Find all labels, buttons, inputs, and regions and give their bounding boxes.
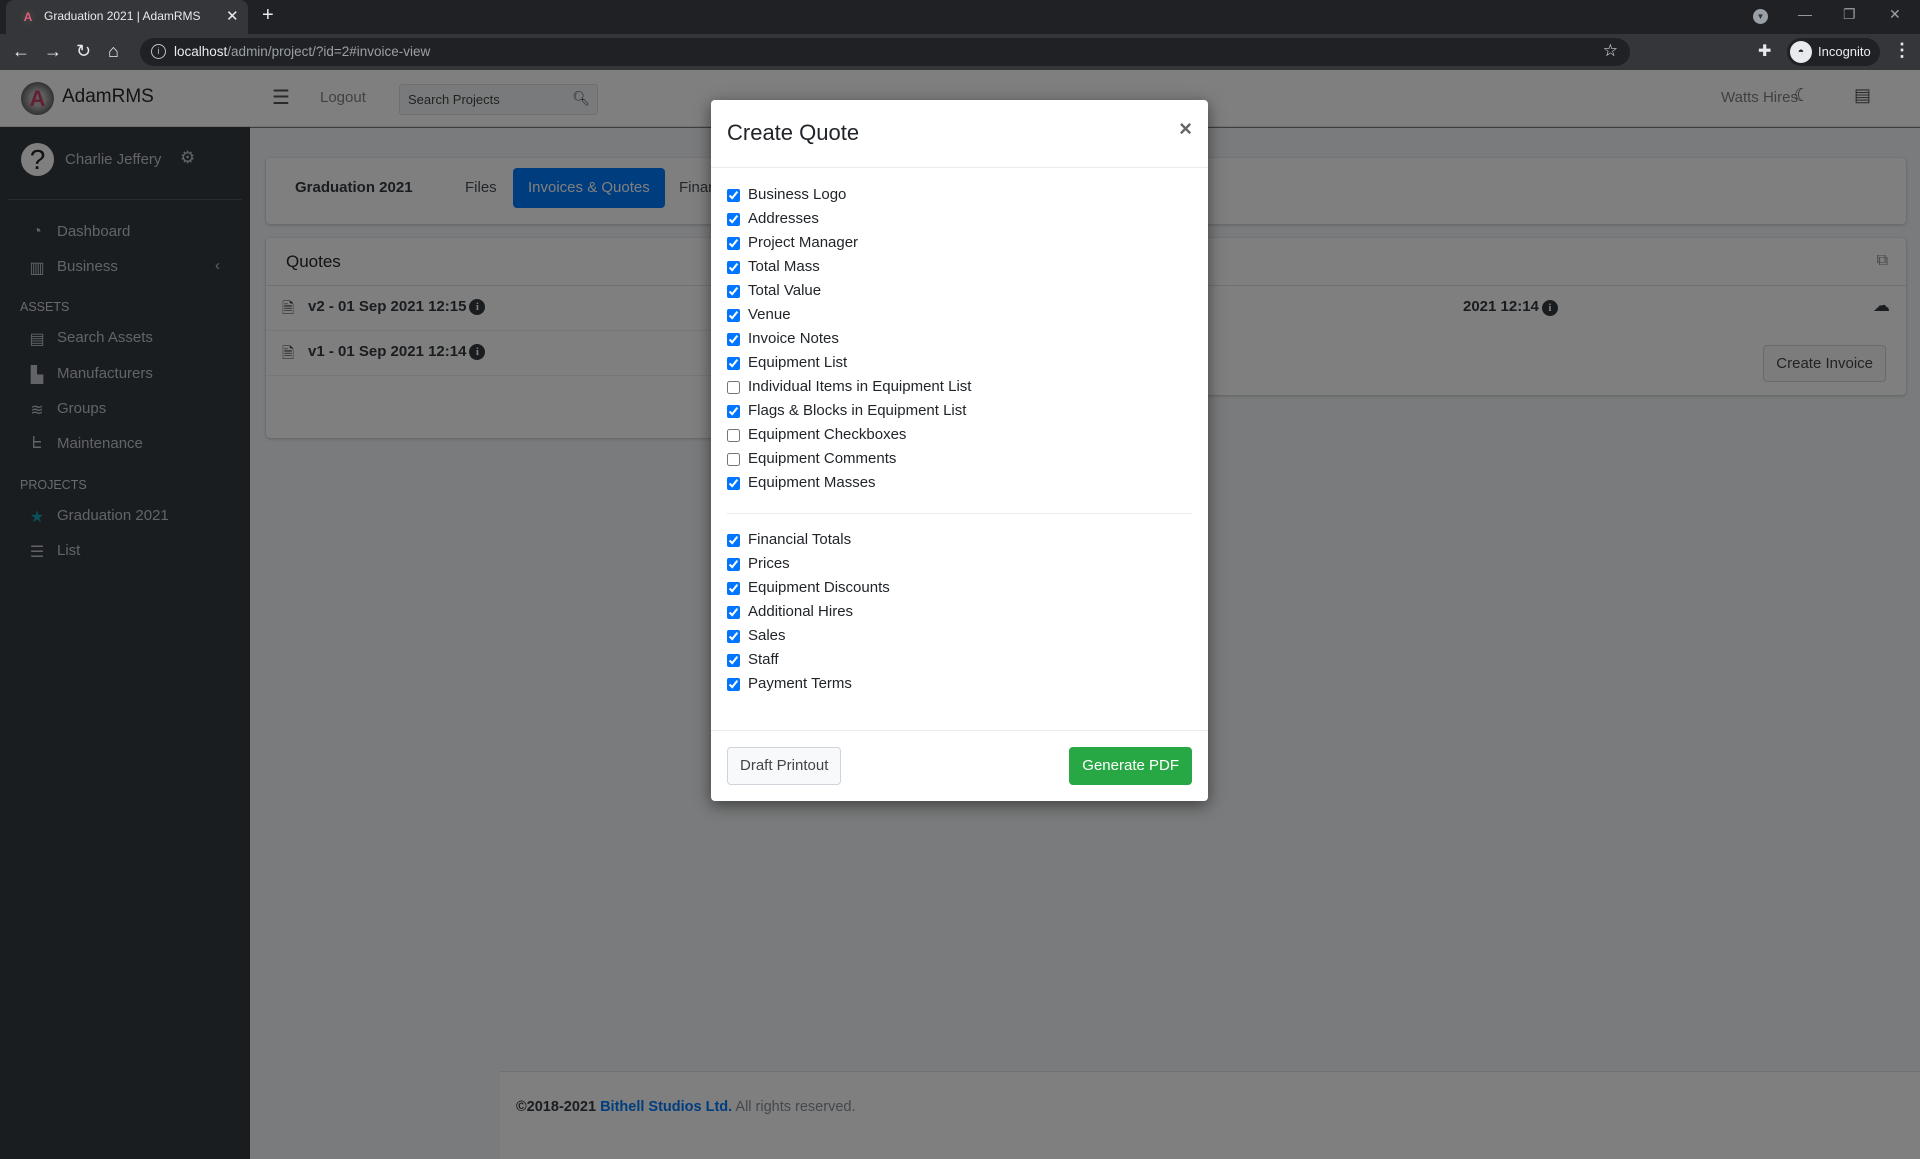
option-checkbox[interactable] — [727, 261, 740, 274]
option-label: Financial Totals — [748, 531, 852, 548]
restore-icon[interactable]: ❐ — [1843, 6, 1856, 23]
option-label: Equipment Comments — [748, 450, 897, 467]
tab-search-icon[interactable]: ▼ — [1753, 9, 1768, 24]
option-label: Payment Terms — [748, 675, 852, 692]
option-label: Equipment Discounts — [748, 579, 890, 596]
option-checkbox[interactable] — [727, 606, 740, 619]
browser-menu-icon[interactable]: ⋮ — [1893, 40, 1911, 61]
tab-strip: A Graduation 2021 | AdamRMS ✕ + ▼ — ❐ ✕ — [0, 0, 1920, 34]
modal-footer: Draft Printout Generate PDF — [711, 730, 1208, 801]
create-quote-modal: Create Quote × Business Logo Addresses Pro… — [711, 100, 1208, 801]
option-label: Equipment Masses — [748, 474, 876, 491]
bookmark-star-icon[interactable]: ☆ — [1603, 41, 1618, 61]
window-close-icon[interactable]: ✕ — [1889, 6, 1901, 23]
modal-header: Create Quote × — [711, 100, 1208, 168]
option-checkbox[interactable] — [727, 309, 740, 322]
option-checkbox[interactable] — [727, 654, 740, 667]
option-checkbox[interactable] — [727, 630, 740, 643]
option-checkbox[interactable] — [727, 558, 740, 571]
reload-icon[interactable]: ↻ — [76, 42, 91, 60]
incognito-icon: ◓ — [1790, 41, 1812, 63]
close-tab-icon[interactable]: ✕ — [226, 7, 239, 25]
option-checkbox[interactable] — [727, 189, 740, 202]
option-label: Prices — [748, 555, 790, 572]
option-checkbox[interactable] — [727, 333, 740, 346]
site-info-icon[interactable]: i — [151, 44, 166, 59]
generate-pdf-button[interactable]: Generate PDF — [1069, 747, 1192, 785]
option-label: Project Manager — [748, 234, 859, 251]
option-label: Venue — [748, 306, 791, 323]
option-checkbox[interactable] — [727, 237, 740, 250]
option-checkbox[interactable] — [727, 285, 740, 298]
minimize-icon[interactable]: — — [1798, 6, 1812, 22]
option-label: Individual Items in Equipment List — [748, 378, 972, 395]
address-bar[interactable]: i localhost/admin/project/?id=2#invoice-… — [140, 38, 1630, 66]
incognito-label: Incognito — [1818, 44, 1871, 59]
option-label: Additional Hires — [748, 603, 854, 620]
option-checkbox[interactable] — [727, 477, 740, 490]
option-checkbox[interactable] — [727, 534, 740, 547]
option-checkbox[interactable] — [727, 678, 740, 691]
browser-tab[interactable]: A Graduation 2021 | AdamRMS ✕ — [6, 0, 248, 34]
option-label: Invoice Notes — [748, 330, 839, 347]
option-label: Total Mass — [748, 258, 820, 275]
option-label: Addresses — [748, 210, 819, 227]
option-checkbox[interactable] — [727, 213, 740, 226]
browser-chrome: A Graduation 2021 | AdamRMS ✕ + ▼ — ❐ ✕ … — [0, 0, 1920, 70]
option-checkbox[interactable] — [727, 429, 740, 442]
option-label: Equipment Checkboxes — [748, 426, 907, 443]
option-checkbox[interactable] — [727, 357, 740, 370]
url-text[interactable]: localhost/admin/project/?id=2#invoice-vi… — [174, 44, 430, 59]
incognito-profile-button[interactable]: ◓ Incognito — [1787, 38, 1880, 66]
extensions-icon[interactable]: ✚ — [1758, 41, 1771, 61]
option-label: Business Logo — [748, 186, 847, 203]
option-checkbox[interactable] — [727, 453, 740, 466]
favicon-icon: A — [20, 9, 36, 25]
back-icon[interactable]: ← — [12, 42, 30, 60]
divider — [727, 513, 1192, 514]
option-checkbox[interactable] — [727, 381, 740, 394]
option-checkbox[interactable] — [727, 405, 740, 418]
option-label: Staff — [748, 651, 779, 668]
home-icon[interactable]: ⌂ — [108, 42, 119, 60]
forward-icon[interactable]: → — [44, 42, 62, 60]
new-tab-icon[interactable]: + — [262, 4, 274, 27]
option-label: Sales — [748, 627, 786, 644]
close-icon[interactable]: × — [1179, 116, 1192, 142]
modal-title: Create Quote — [727, 120, 860, 145]
option-label: Flags & Blocks in Equipment List — [748, 402, 967, 419]
option-label: Equipment List — [748, 354, 848, 371]
option-label: Total Value — [748, 282, 822, 299]
tab-title: Graduation 2021 | AdamRMS — [44, 9, 201, 23]
draft-printout-button[interactable]: Draft Printout — [727, 747, 842, 785]
option-checkbox[interactable] — [727, 582, 740, 595]
